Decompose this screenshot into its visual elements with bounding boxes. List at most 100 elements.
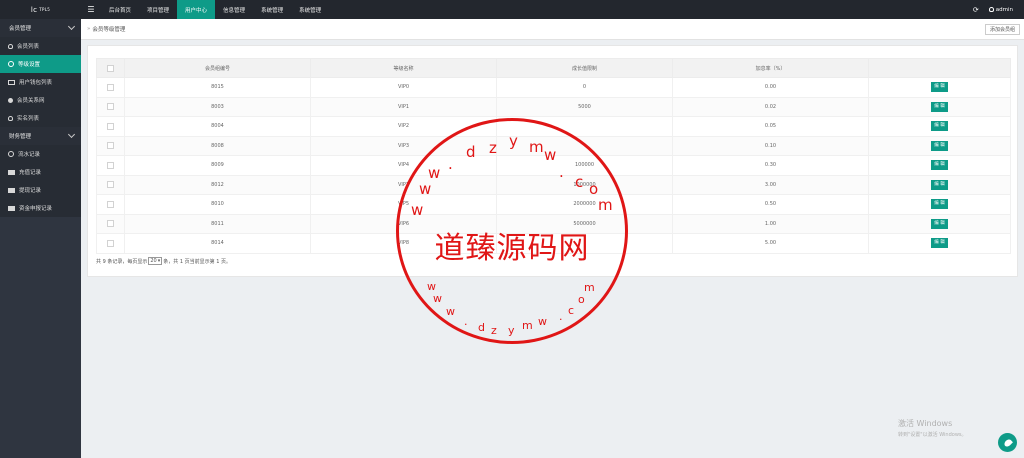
cell-rate: 0.50	[672, 194, 869, 215]
cell-actions: 编 辑	[868, 77, 1011, 98]
top-nav-item[interactable]: 用户中心	[177, 0, 216, 19]
stamp-bottom-letter: d	[478, 321, 485, 334]
windows-activation-title: 激活 Windows	[898, 419, 953, 428]
cell-actions: 编 辑	[868, 174, 1011, 195]
sidebar-item-label: 提现记录	[19, 188, 42, 194]
refresh-icon[interactable]: ⟳	[973, 6, 979, 14]
top-nav: 后台首页 项目管理 用户中心 信息管理 系统管理 系统管理	[101, 0, 329, 19]
row-checkbox[interactable]	[107, 103, 114, 111]
cell-id: 8009	[124, 155, 311, 176]
sidebar-item[interactable]: 会员关系网	[0, 91, 81, 109]
edit-button[interactable]: 编 辑	[931, 140, 948, 151]
row-select-cell	[96, 194, 125, 215]
cell-name: VIP1	[310, 96, 497, 117]
cell-actions: 编 辑	[868, 194, 1011, 215]
menu-toggle-icon[interactable]: ☰	[81, 0, 101, 19]
select-all-cell	[96, 58, 125, 78]
edit-button[interactable]: 编 辑	[931, 179, 948, 190]
edit-button[interactable]: 编 辑	[931, 218, 948, 229]
top-nav-item[interactable]: 后台首页	[101, 0, 139, 19]
top-nav-item[interactable]: 信息管理	[215, 0, 253, 19]
row-checkbox[interactable]	[107, 142, 114, 150]
floating-leaf-icon[interactable]	[998, 433, 1017, 452]
user-name: admin	[995, 6, 1013, 13]
cell-limit	[496, 135, 673, 156]
pager-suffix: 条，共 1 页当前显示第 1 页。	[163, 258, 231, 265]
box-icon	[8, 169, 15, 175]
box-icon	[8, 187, 15, 193]
member-level-table: 会员组编号 等级名称 成长值限制 加息率（%） 8015 VIP0 0 0.00…	[96, 58, 1011, 254]
sidebar-item[interactable]: 资金申报记录	[0, 199, 81, 217]
edit-button[interactable]: 编 辑	[931, 199, 948, 210]
row-checkbox[interactable]	[107, 161, 114, 169]
breadcrumb: » 会员等级管理 添加会员组	[81, 19, 1024, 40]
cell-limit: 100000	[496, 155, 673, 176]
row-select-cell	[96, 77, 125, 98]
water-icon	[8, 151, 14, 157]
cell-id: 8012	[124, 174, 311, 195]
cell-name: VIP7	[310, 174, 497, 195]
sidebar-item[interactable]: 等级设置	[0, 55, 81, 73]
cell-name: VIP4	[310, 155, 497, 176]
table-row: 8009 VIP4 100000 0.30 编 辑	[96, 155, 1011, 176]
table-header-row: 会员组编号 等级名称 成长值限制 加息率（%）	[96, 58, 1011, 78]
row-checkbox[interactable]	[107, 239, 114, 247]
sidebar-item[interactable]: 用户钱包列表	[0, 73, 81, 91]
cell-actions: 编 辑	[868, 135, 1011, 156]
cell-rate: 0.30	[672, 155, 869, 176]
cell-limit: 5000	[496, 96, 673, 117]
sidebar-item-label: 资金申报记录	[19, 206, 53, 212]
user-icon	[8, 115, 13, 121]
sidebar-item[interactable]: 流水记录	[0, 145, 81, 163]
row-select-cell	[96, 96, 125, 117]
top-nav-item[interactable]: 系统管理	[291, 0, 329, 19]
cell-name: VIP3	[310, 135, 497, 156]
table-row: 8015 VIP0 0 0.00 编 辑	[96, 77, 1011, 98]
cell-rate: 5.00	[672, 233, 869, 254]
edit-button[interactable]: 编 辑	[931, 121, 948, 132]
cell-limit: 5000000	[496, 213, 673, 234]
table-row: 8010 VIP5 2000000 0.50 编 辑	[96, 194, 1011, 215]
col-header-name: 等级名称	[310, 58, 497, 78]
user-menu[interactable]: admin	[988, 6, 1013, 13]
sidebar-group-label: 会员管理	[9, 26, 32, 32]
row-checkbox[interactable]	[107, 122, 114, 130]
top-nav-item[interactable]: 系统管理	[253, 0, 291, 19]
add-member-group-button[interactable]: 添加会员组	[984, 24, 1020, 35]
cell-rate: 0.10	[672, 135, 869, 156]
edit-button[interactable]: 编 辑	[931, 160, 948, 171]
row-checkbox[interactable]	[107, 181, 114, 189]
edit-button[interactable]: 编 辑	[931, 238, 948, 249]
row-checkbox[interactable]	[107, 83, 114, 91]
stamp-bottom-letter: w	[427, 280, 436, 293]
top-nav-item[interactable]: 项目管理	[139, 0, 177, 19]
user-icon	[988, 7, 994, 12]
edit-button[interactable]: 编 辑	[931, 82, 948, 93]
col-header-actions	[868, 58, 1011, 78]
sidebar-group-header[interactable]: 会员管理	[0, 19, 81, 37]
gear-icon	[8, 61, 14, 67]
sidebar-item-label: 流水记录	[18, 152, 41, 158]
sidebar-group-label: 财务管理	[9, 134, 32, 140]
sidebar-item[interactable]: 提现记录	[0, 181, 81, 199]
page-size-select[interactable]: 20 ▾	[148, 257, 163, 265]
cell-id: 8010	[124, 194, 311, 215]
sidebar-item[interactable]: 充值记录	[0, 163, 81, 181]
sidebar-item-label: 实名列表	[17, 116, 40, 122]
cell-actions: 编 辑	[868, 233, 1011, 254]
sidebar-item[interactable]: 会员列表	[0, 37, 81, 55]
edit-button[interactable]: 编 辑	[931, 101, 948, 112]
chevron-down-icon	[67, 22, 76, 31]
cell-id: 8011	[124, 213, 311, 234]
row-checkbox[interactable]	[107, 200, 114, 208]
row-checkbox[interactable]	[107, 220, 114, 228]
sidebar-group-header[interactable]: 财务管理	[0, 127, 81, 145]
stamp-bottom-letter: .	[464, 315, 468, 328]
sidebar-item[interactable]: 实名列表	[0, 109, 81, 127]
app-logo[interactable]: lc TPL5	[0, 0, 81, 19]
cell-rate: 0.00	[672, 77, 869, 98]
stamp-bottom-letter: y	[508, 324, 515, 337]
top-navbar: ☰ 后台首页 项目管理 用户中心 信息管理 系统管理 系统管理 ⟳ admin	[81, 0, 1024, 19]
windows-activation-notice: 激活 Windows 转到"设置"以激活 Windows。	[898, 418, 967, 438]
select-all-checkbox[interactable]	[107, 64, 114, 72]
